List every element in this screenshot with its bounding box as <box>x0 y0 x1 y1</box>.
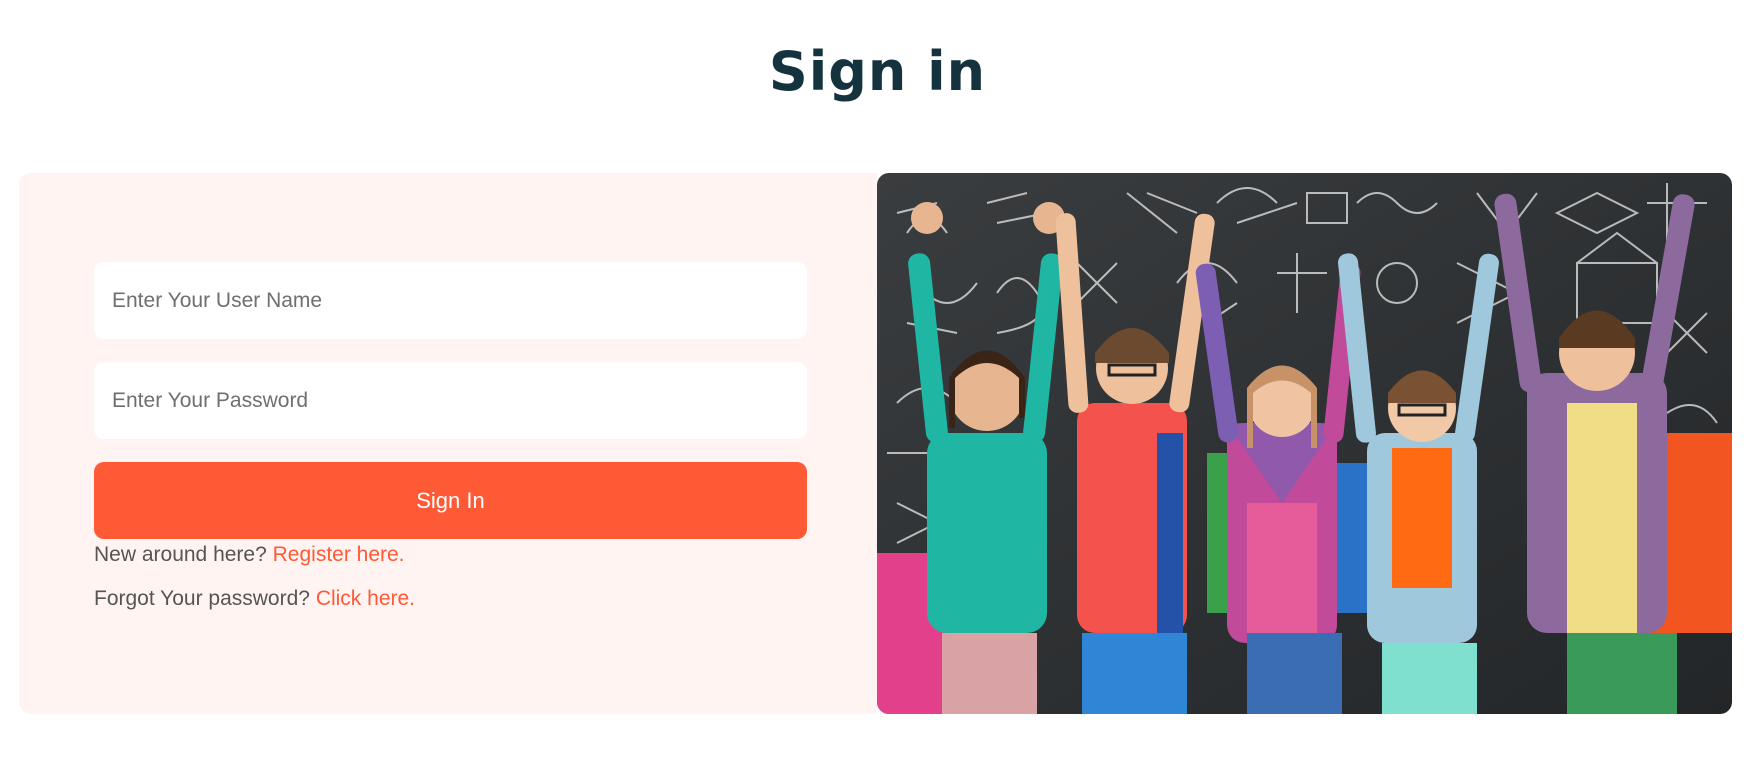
group-of-kids-photo-icon <box>877 173 1732 714</box>
hero-photo <box>877 173 1732 714</box>
signin-form-panel: Sign In New around here? Register here. … <box>19 173 877 714</box>
forgot-password-prompt: Forgot Your password? Click here. <box>94 587 415 611</box>
password-input[interactable] <box>94 362 807 439</box>
register-link[interactable]: Register here. <box>273 543 405 566</box>
username-input[interactable] <box>94 262 807 339</box>
forgot-password-text: Forgot Your password? <box>94 587 310 610</box>
signin-button[interactable]: Sign In <box>94 462 807 539</box>
page-title: Sign in <box>768 40 987 103</box>
register-prompt-text: New around here? <box>94 543 267 566</box>
register-prompt: New around here? Register here. <box>94 543 405 567</box>
forgot-password-link[interactable]: Click here. <box>316 587 415 610</box>
